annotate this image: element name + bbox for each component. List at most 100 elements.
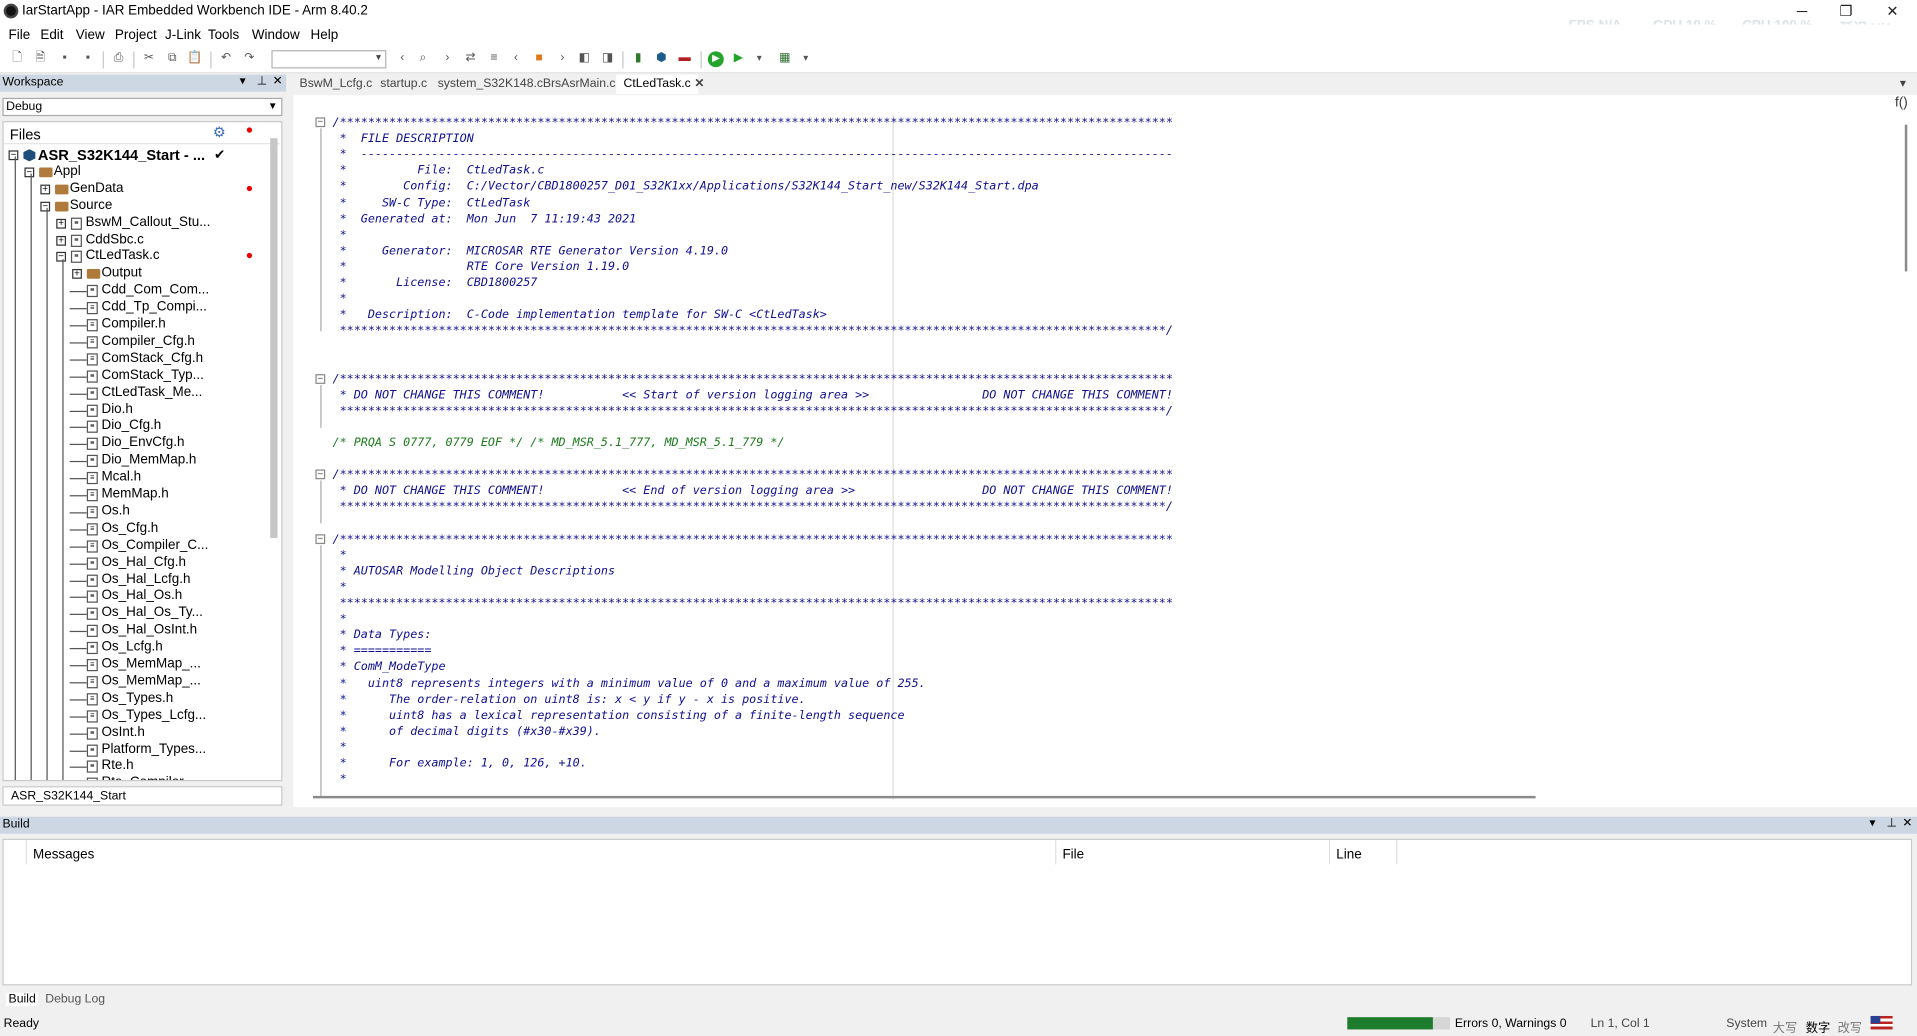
code-line[interactable]: * — [333, 740, 347, 756]
expand-icon[interactable]: + — [56, 218, 67, 229]
close-icon[interactable]: ✕ — [273, 75, 283, 88]
collapse-icon[interactable]: − — [40, 201, 51, 212]
tree-item[interactable]: ≡ Rte.h — [4, 758, 271, 775]
code-line[interactable]: * AUTOSAR Modelling Object Descriptions — [333, 563, 615, 579]
collapse-icon[interactable]: − — [8, 150, 19, 161]
tab-startup[interactable]: startup.c — [380, 77, 427, 90]
replace-icon[interactable]: ⇄ — [463, 51, 478, 66]
tree-item[interactable]: ≡ Compiler.h — [4, 317, 271, 334]
minimize-button[interactable]: ─ — [1790, 2, 1814, 19]
goto-icon[interactable]: ≡ — [487, 51, 502, 66]
cut-icon[interactable]: ✂ — [142, 51, 157, 66]
download-debug-icon[interactable]: ▶ — [707, 51, 724, 68]
tab-ctledtask[interactable]: CtLedTask.c — [616, 74, 699, 95]
tree-item[interactable]: ≡ Os_MemMap_... — [4, 657, 271, 674]
tree-item[interactable]: − Appl — [4, 164, 271, 181]
code-line[interactable]: * DO NOT CHANGE THIS COMMENT! << End of … — [333, 483, 1173, 499]
find-combo[interactable]: ▼ — [271, 50, 387, 69]
code-line[interactable]: /***************************************… — [333, 371, 1173, 387]
expand-icon[interactable]: + — [40, 184, 51, 195]
menu-file[interactable]: File — [9, 28, 31, 43]
configuration-select[interactable]: Debug ▼ — [2, 97, 283, 117]
debug-without-download-icon[interactable]: ▶ — [731, 51, 746, 66]
tab-system-s32k148[interactable]: system_S32K148.c — [438, 77, 543, 90]
code-line[interactable]: * SW-C Type: CtLedTask — [333, 195, 531, 211]
tree-item[interactable]: ≡ Dio_MemMap.h — [4, 453, 271, 470]
code-line[interactable]: * — [333, 227, 347, 243]
code-editor[interactable]: f() − − − − /******************************… — [293, 95, 1917, 807]
next-bookmark-icon[interactable]: ◨ — [600, 51, 615, 66]
code-line[interactable]: * For example: 1, 0, 126, +10. — [333, 756, 587, 772]
save-all-icon[interactable]: ▪ — [81, 51, 96, 66]
tree-item[interactable]: ≡ Dio_EnvCfg.h — [4, 436, 271, 453]
tree-item[interactable]: + ≡ BswM_Callout_Stu... — [4, 215, 271, 232]
chevron-down-icon[interactable]: ▾ — [1869, 817, 1875, 830]
close-icon[interactable]: ✕ — [1902, 817, 1912, 830]
make-icon[interactable]: ⬢ — [654, 51, 669, 66]
nav-back-icon[interactable]: ‹ — [509, 51, 524, 66]
tree-item[interactable]: ≡ Os_Types_Lcfg... — [4, 708, 271, 725]
code-line[interactable]: ****************************************… — [333, 323, 1173, 339]
tab-build[interactable]: Build — [6, 992, 39, 1007]
code-line[interactable]: * Generator: MICROSAR RTE Generator Vers… — [333, 243, 728, 259]
tree-item[interactable]: ≡ Os_Hal_OsInt.h — [4, 623, 271, 640]
code-line[interactable]: /***************************************… — [333, 531, 1173, 547]
code-line[interactable]: ****************************************… — [333, 499, 1173, 515]
tree-item[interactable]: − ≡ CtLedTask.c ● — [4, 249, 271, 266]
print-icon[interactable]: ⎙ — [111, 51, 126, 66]
toolbar-overflow-icon[interactable]: ▾ — [752, 51, 767, 66]
code-line[interactable]: * File: CtLedTask.c — [333, 163, 545, 179]
redo-icon[interactable]: ↷ — [242, 51, 257, 66]
tree-item[interactable]: ≡ Os_Hal_Os.h — [4, 589, 271, 606]
restore-button[interactable]: ❐ — [1834, 2, 1858, 19]
tree-item[interactable]: + GenData ● — [4, 181, 271, 198]
code-line[interactable]: * RTE Core Version 1.19.0 — [333, 259, 630, 275]
menu-help[interactable]: Help — [311, 28, 339, 43]
compile-icon[interactable]: ▮ — [631, 51, 646, 66]
code-line[interactable]: * — [333, 772, 347, 788]
code-line[interactable]: ****************************************… — [333, 595, 1173, 611]
save-icon[interactable]: ▪ — [57, 51, 72, 66]
bookmark-icon[interactable]: ■ — [532, 51, 547, 66]
code-line[interactable]: * Data Types: — [333, 627, 432, 643]
menu-project[interactable]: Project — [115, 28, 157, 43]
tree-item[interactable]: ≡ Compiler_Cfg.h — [4, 334, 271, 351]
tree-item[interactable]: ≡ ComStack_Typ... — [4, 368, 271, 385]
code-line[interactable]: ****************************************… — [333, 403, 1173, 419]
code-line[interactable]: * The order-relation on uint8 is: x < y … — [333, 691, 806, 707]
prev-bookmark-icon[interactable]: ◧ — [577, 51, 592, 66]
tree-item[interactable]: + ≡ CddSbc.c — [4, 232, 271, 249]
code-line[interactable]: * — [333, 547, 347, 563]
tab-bswm-lcfg[interactable]: BswM_Lcfg.c — [300, 77, 373, 90]
fold-icon[interactable]: − — [315, 533, 326, 544]
fold-icon[interactable]: − — [315, 373, 326, 384]
column-line[interactable]: Line — [1336, 847, 1361, 862]
code-line[interactable]: /***************************************… — [333, 115, 1173, 131]
paste-icon[interactable]: 📋 — [187, 51, 202, 66]
gear-icon[interactable]: ⚙ — [213, 123, 226, 140]
code-line[interactable]: * ComM_ModeType — [333, 659, 446, 675]
function-list-button[interactable]: f() — [1895, 95, 1908, 110]
tree-item[interactable]: ≡ CtLedTask_Me... — [4, 385, 271, 402]
tree-item[interactable]: ≡ Os_MemMap_... — [4, 674, 271, 691]
back-icon[interactable]: ‹ — [395, 51, 410, 66]
menu-window[interactable]: Window — [252, 28, 300, 43]
collapse-icon[interactable]: − — [56, 252, 67, 263]
code-line[interactable]: * FILE DESCRIPTION — [333, 131, 474, 147]
code-text[interactable]: /***************************************… — [333, 115, 1898, 800]
pin-icon[interactable]: ⊥ — [1886, 817, 1897, 830]
code-line[interactable]: /* PRQA S 0777, 0779 EOF */ /* MD_MSR_5.… — [333, 435, 785, 451]
new-file-icon[interactable]: 🗋 — [10, 51, 25, 66]
tool-icon[interactable]: ▦ — [778, 51, 793, 66]
code-line[interactable]: * of decimal digits (#x30-#x39). — [333, 724, 601, 740]
tree-item[interactable]: ≡ MemMap.h — [4, 487, 271, 504]
tree-item[interactable]: ≡ Os_Hal_Lcfg.h — [4, 572, 271, 589]
code-line[interactable]: /***************************************… — [333, 467, 1173, 483]
close-button[interactable]: ✕ — [1880, 2, 1904, 19]
tree-item[interactable]: + Output — [4, 266, 271, 283]
fold-icon[interactable]: − — [315, 117, 326, 128]
tree-item[interactable]: ≡ Dio.h — [4, 402, 271, 419]
toolbar-overflow-icon-2[interactable]: ▾ — [798, 51, 813, 66]
tab-brsasrmain[interactable]: BrsAsrMain.c — [543, 77, 616, 90]
tree-item[interactable]: ≡ Platform_Types... — [4, 742, 271, 759]
